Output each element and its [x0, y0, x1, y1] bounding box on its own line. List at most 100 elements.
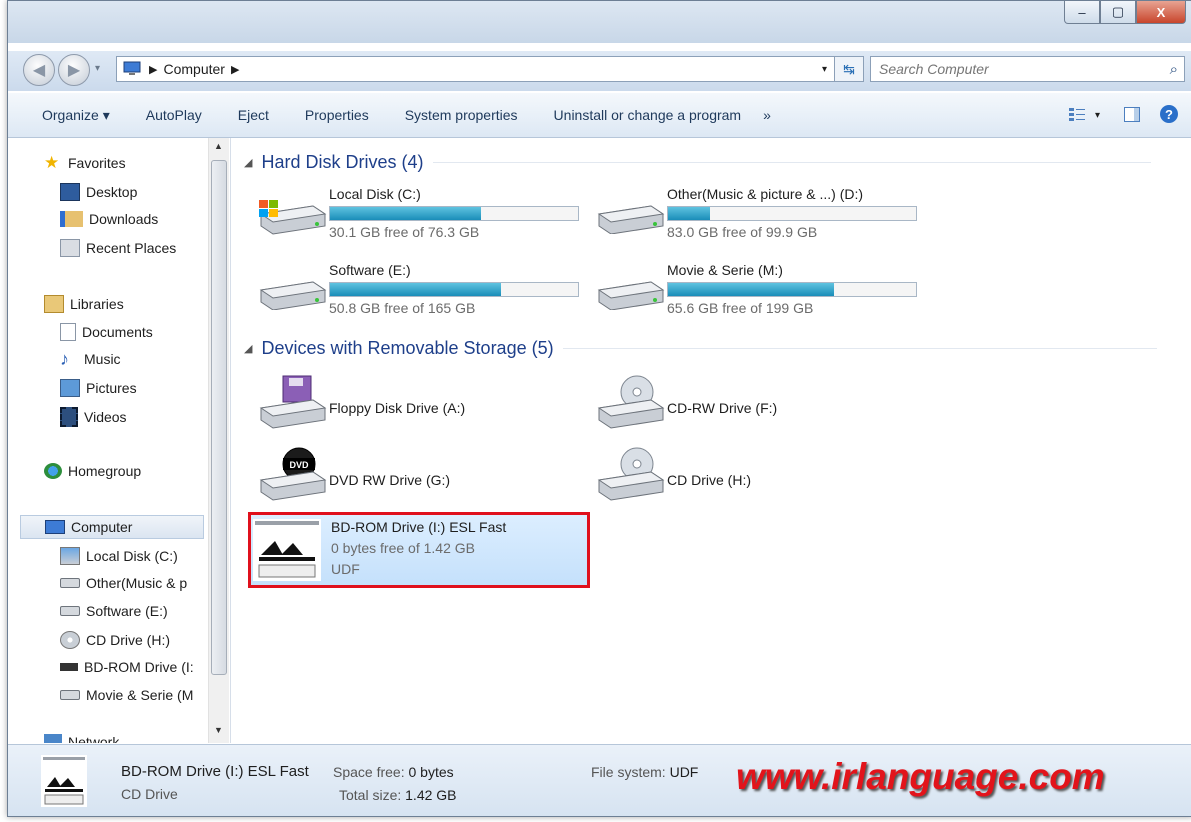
drive-local-disk-c[interactable]: Local Disk (C:) 30.1 GB free of 76.3 GB	[249, 186, 579, 242]
nav-favorites[interactable]: ★ Favorites	[44, 154, 126, 171]
scroll-up-icon[interactable]: ▲	[214, 141, 223, 151]
dvd-drive-icon: DVD	[259, 447, 327, 501]
breadcrumb-computer[interactable]: Computer	[163, 61, 224, 77]
capacity-bar-fill	[330, 283, 502, 296]
drive-free-space: 83.0 GB free of 99.9 GB	[667, 224, 818, 240]
disc-label-logo-icon	[60, 663, 78, 671]
nav-label: Software (E:)	[86, 603, 168, 619]
collapse-triangle-icon[interactable]: ◢	[244, 342, 252, 355]
view-options-icon	[1069, 108, 1086, 121]
drive-free-space: 50.8 GB free of 165 GB	[329, 300, 476, 316]
breadcrumb-separator-icon[interactable]: ▶	[149, 63, 157, 76]
device-cdrw-f[interactable]: CD-RW Drive (F:)	[587, 372, 917, 434]
capacity-bar-fill	[330, 207, 482, 220]
file-system-label: File system:	[591, 764, 666, 780]
documents-icon	[60, 323, 76, 341]
scroll-down-icon[interactable]: ▼	[214, 725, 223, 735]
device-cd-h[interactable]: CD Drive (H:)	[587, 444, 917, 506]
nav-documents[interactable]: Documents	[60, 323, 153, 341]
nav-desktop[interactable]: Desktop	[60, 183, 137, 201]
dvd-badge-text: DVD	[289, 460, 309, 470]
refresh-button[interactable]: ↹	[834, 56, 864, 82]
view-dropdown-icon[interactable]: ▾	[1095, 110, 1100, 121]
site-watermark: www.irlanguage.com	[736, 756, 1105, 797]
nav-cd-drive-h[interactable]: CD Drive (H:)	[60, 631, 170, 649]
nav-pictures[interactable]: Pictures	[60, 379, 137, 397]
group-header-hdd[interactable]: ◢ Hard Disk Drives (4)	[244, 152, 1151, 173]
computer-icon	[45, 520, 65, 534]
breadcrumb-chevron-icon[interactable]: ▶	[231, 63, 239, 76]
title-bar[interactable]: – ▢ X	[8, 1, 1191, 43]
change-view-button[interactable]: ▾	[1069, 107, 1100, 124]
nav-bd-rom-i[interactable]: BD-ROM Drive (I:	[60, 659, 194, 675]
drive-movie-m[interactable]: Movie & Serie (M:) 65.6 GB free of 199 G…	[587, 262, 917, 318]
group-header-removable[interactable]: ◢ Devices with Removable Storage (5)	[244, 338, 1157, 359]
hard-drive-icon	[60, 606, 80, 616]
nav-label: CD Drive (H:)	[86, 632, 170, 648]
nav-software-e[interactable]: Software (E:)	[60, 603, 168, 619]
scroll-thumb[interactable]	[211, 160, 227, 675]
device-name: Floppy Disk Drive (A:)	[329, 400, 466, 416]
hard-drive-icon	[259, 281, 327, 310]
drive-name: Local Disk (C:)	[329, 186, 421, 202]
properties-button[interactable]: Properties	[287, 107, 387, 123]
downloads-folder-icon	[60, 211, 83, 227]
close-button[interactable]: X	[1136, 1, 1186, 24]
more-commands-button[interactable]: »	[759, 107, 789, 123]
nav-label: Computer	[71, 519, 133, 535]
libraries-icon	[44, 295, 64, 313]
drive-other-d[interactable]: Other(Music & picture & ...) (D:) 83.0 G…	[587, 186, 917, 242]
nav-local-disk-c[interactable]: Local Disk (C:)	[60, 547, 178, 565]
preview-pane-button[interactable]	[1124, 107, 1140, 125]
nav-music[interactable]: ♪ Music	[60, 350, 121, 368]
nav-videos[interactable]: Videos	[60, 407, 127, 427]
autoplay-button[interactable]: AutoPlay	[128, 107, 220, 123]
explorer-window: – ▢ X ◀ ▶ ▾ ▶ Computer ▶ ▾ ↹ ⌕ Organize …	[7, 0, 1191, 817]
window-controls: – ▢ X	[1064, 1, 1186, 24]
recent-pages-chevron-icon[interactable]: ▾	[95, 63, 100, 74]
nav-recent-places[interactable]: Recent Places	[60, 239, 176, 257]
nav-other-d[interactable]: Other(Music & p	[60, 575, 187, 591]
drive-name: Movie & Serie (M:)	[667, 262, 783, 278]
forward-button[interactable]: ▶	[58, 54, 90, 86]
device-floppy-a[interactable]: Floppy Disk Drive (A:)	[249, 372, 579, 434]
search-icon[interactable]: ⌕	[1170, 61, 1178, 78]
organize-button[interactable]: Organize ▾	[8, 107, 128, 124]
highlight-box	[248, 512, 590, 588]
network-icon	[44, 734, 62, 743]
details-pane: BD-ROM Drive (I:) ESL Fast CD Drive Spac…	[8, 744, 1191, 816]
eject-button[interactable]: Eject	[220, 107, 287, 123]
nav-label: Movie & Serie (M	[86, 687, 194, 703]
homegroup-icon	[44, 463, 62, 479]
minimize-button[interactable]: –	[1064, 1, 1100, 24]
address-dropdown-icon[interactable]: ▾	[822, 64, 827, 75]
maximize-button[interactable]: ▢	[1100, 1, 1136, 24]
address-bar[interactable]: ▶ Computer ▶ ▾	[116, 56, 836, 82]
search-input[interactable]	[877, 60, 1151, 78]
uninstall-program-button[interactable]: Uninstall or change a program	[536, 107, 760, 123]
nav-computer[interactable]: Computer	[20, 515, 204, 539]
nav-downloads[interactable]: Downloads	[60, 211, 158, 227]
back-button[interactable]: ◀	[23, 54, 55, 86]
drive-software-e[interactable]: Software (E:) 50.8 GB free of 165 GB	[249, 262, 579, 318]
nav-label: Homegroup	[68, 463, 142, 479]
nav-label: Videos	[84, 409, 127, 425]
forward-arrow-icon: ▶	[67, 62, 81, 79]
device-dvd-g[interactable]: DVD DVD RW Drive (G:)	[249, 444, 579, 506]
nav-homegroup[interactable]: Homegroup	[44, 463, 141, 479]
help-icon[interactable]: ?	[1160, 105, 1178, 123]
device-name: CD Drive (H:)	[667, 472, 751, 488]
system-properties-button[interactable]: System properties	[387, 107, 536, 123]
nav-libraries[interactable]: Libraries	[44, 295, 124, 313]
nav-label: Music	[84, 351, 121, 367]
nav-network[interactable]: Network	[44, 734, 119, 743]
capacity-bar-fill	[668, 283, 835, 296]
total-size-value: 1.42 GB	[405, 787, 457, 803]
navigation-scrollbar[interactable]: ▲ ▼	[208, 138, 229, 743]
nav-movie-m[interactable]: Movie & Serie (M	[60, 687, 193, 703]
search-box[interactable]: ⌕	[870, 56, 1185, 82]
hard-drive-icon	[60, 578, 80, 588]
collapse-triangle-icon[interactable]: ◢	[244, 156, 252, 169]
cd-drive-icon	[597, 375, 665, 429]
disc-label-logo-icon	[41, 755, 87, 807]
